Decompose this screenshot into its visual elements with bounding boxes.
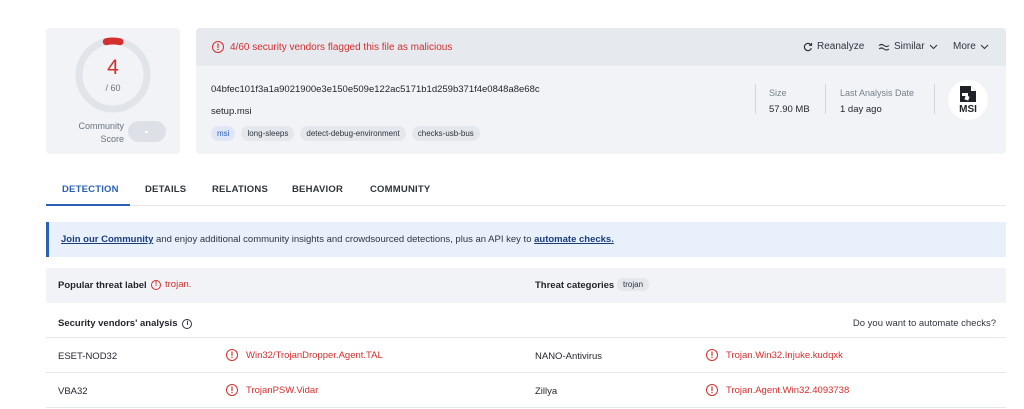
threat-categories-label: Threat categories: [535, 280, 615, 291]
threat-category-tag[interactable]: trojan: [617, 278, 650, 291]
divider: [934, 84, 935, 114]
reanalyze-button[interactable]: Reanalyze: [803, 41, 864, 52]
tab-community[interactable]: COMMUNITY: [370, 184, 430, 195]
banner-text: Join our Community and enjoy additional …: [61, 234, 614, 245]
vendors-header: Security vendors' analysis i Do you want…: [46, 308, 1006, 338]
info-icon[interactable]: i: [182, 318, 193, 329]
detection-count: 4: [107, 56, 119, 79]
table-row: ESET-NOD32 ! Win32/TrojanDropper.Agent.T…: [46, 339, 1006, 373]
vendor-name: NANO-Antivirus: [535, 351, 603, 362]
community-banner: Join our Community and enjoy additional …: [46, 222, 1006, 257]
tab-behavior[interactable]: BEHAVIOR: [292, 184, 343, 195]
divider: [825, 84, 826, 114]
detection-score-card: 4 / 60 Community Score: [46, 28, 180, 154]
threat-summary: Popular threat label ! trojan. Threat ca…: [46, 268, 1006, 303]
msi-icon: MSI: [959, 86, 977, 115]
community-score-label: Community Score: [78, 121, 124, 144]
size-value: 57.90 MB: [769, 104, 810, 115]
alert-icon: !: [706, 384, 718, 396]
file-tags: msi long-sleeps detect-debug-environment…: [211, 126, 480, 141]
detection-result: ! Trojan.Win32.Injuke.kudqxk: [706, 349, 843, 361]
alert-bar: ! 4/60 security vendors flagged this fil…: [196, 28, 1006, 66]
last-analysis-value: 1 day ago: [840, 104, 882, 115]
banner-message: and enjoy additional community insights …: [153, 234, 535, 245]
detection-text: Trojan.Win32.Injuke.kudqxk: [726, 349, 843, 361]
tag-detect-debug-environment[interactable]: detect-debug-environment: [300, 126, 406, 141]
file-header-card: ! 4/60 security vendors flagged this fil…: [196, 28, 1006, 154]
similar-button[interactable]: Similar: [878, 41, 938, 52]
popular-threat-text: trojan.: [165, 279, 192, 290]
alert-icon: !: [226, 349, 238, 361]
chevron-down-icon: [929, 44, 937, 49]
last-analysis-label: Last Analysis Date: [840, 88, 915, 98]
community-score-pill[interactable]: [128, 121, 166, 142]
alert-icon: !: [706, 349, 718, 361]
reanalyze-label: Reanalyze: [817, 41, 865, 52]
tag-long-sleeps[interactable]: long-sleeps: [241, 126, 295, 141]
detection-result: ! Trojan.Agent.Win32.4093738: [706, 384, 849, 396]
alert-icon: !: [226, 384, 238, 396]
popular-threat-value[interactable]: ! trojan.: [151, 279, 191, 290]
tag-msi[interactable]: msi: [211, 126, 236, 141]
alert-text: 4/60 security vendors flagged this file …: [230, 42, 453, 53]
vendor-name: VBA32: [58, 386, 88, 397]
more-label: More: [953, 41, 976, 52]
vendor-name: Zillya: [535, 386, 558, 397]
vendors-title-text: Security vendors' analysis: [58, 318, 178, 329]
tab-detection[interactable]: DETECTION: [62, 184, 119, 195]
chevron-down-icon: [980, 44, 989, 49]
automate-checks-link[interactable]: automate checks.: [534, 234, 614, 245]
join-community-link[interactable]: Join our Community: [61, 234, 153, 245]
tag-checks-usb-bus[interactable]: checks-usb-bus: [411, 126, 480, 141]
main-tabs: DETECTION DETAILS RELATIONS BEHAVIOR COM…: [46, 174, 1006, 206]
detection-text: Win32/TrojanDropper.Agent.TAL: [246, 349, 383, 361]
alert-icon: !: [212, 41, 224, 53]
file-hash[interactable]: 04bfec101f3a1a9021900e3e150e509e122ac517…: [211, 84, 540, 95]
alert-icon: !: [151, 279, 161, 290]
size-label: Size: [769, 88, 787, 98]
tab-relations[interactable]: RELATIONS: [212, 184, 268, 195]
detection-result: ! Win32/TrojanDropper.Agent.TAL: [226, 349, 383, 361]
table-row: VBA32 ! TrojanPSW.Vidar Zillya ! Trojan.…: [46, 374, 1006, 408]
detection-result: ! TrojanPSW.Vidar: [226, 384, 318, 396]
approx-icon: [878, 43, 890, 51]
file-type-icon: MSI: [948, 80, 988, 120]
detection-text: Trojan.Agent.Win32.4093738: [726, 384, 850, 396]
active-tab-indicator: [46, 204, 130, 206]
tab-details[interactable]: DETAILS: [145, 184, 186, 195]
refresh-icon: [803, 42, 813, 51]
vendor-name: ESET-NOD32: [58, 351, 118, 362]
file-type-label: MSI: [959, 104, 977, 115]
vendors-title: Security vendors' analysis i: [58, 318, 193, 329]
detection-total: / 60: [105, 83, 121, 93]
detection-text: TrojanPSW.Vidar: [246, 384, 319, 396]
similar-label: Similar: [894, 41, 925, 52]
more-button[interactable]: More: [953, 41, 989, 52]
popular-threat-label: Popular threat label: [58, 280, 147, 291]
file-name: setup.msi: [211, 106, 252, 117]
divider: [755, 84, 756, 114]
automate-checks-prompt[interactable]: Do you want to automate checks?: [853, 318, 996, 329]
